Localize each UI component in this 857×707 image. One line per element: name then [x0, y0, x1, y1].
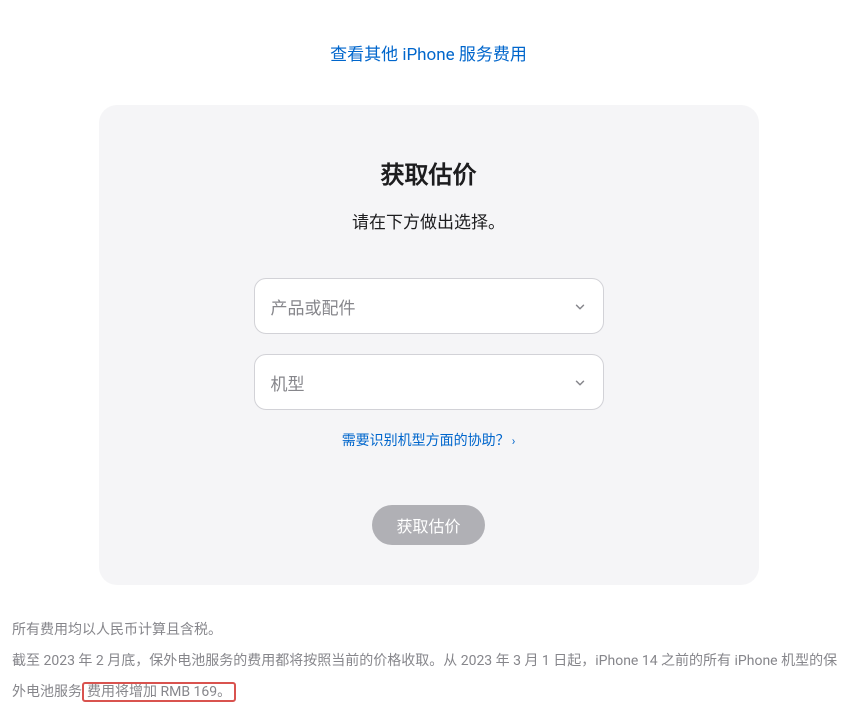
footer-price-note: 截至 2023 年 2 月底，保外电池服务的费用都将按照当前的价格收取。从 20… [12, 646, 845, 707]
footer-tax-note: 所有费用均以人民币计算且含税。 [12, 615, 845, 646]
identify-model-help-link[interactable]: 需要识别机型方面的协助？› [342, 433, 516, 449]
product-select-wrapper: 产品或配件 [254, 278, 604, 334]
model-select-wrapper: 机型 [254, 354, 604, 410]
get-estimate-button[interactable]: 获取估价 [372, 505, 484, 545]
chevron-right-icon: › [512, 434, 516, 448]
chevron-down-icon [573, 375, 587, 389]
other-services-link[interactable]: 查看其他 iPhone 服务费用 [330, 45, 527, 65]
model-select[interactable]: 机型 [254, 354, 604, 410]
model-select-placeholder: 机型 [271, 370, 305, 395]
help-link-label: 需要识别机型方面的协助？ [342, 433, 510, 449]
estimate-card: 获取估价 请在下方做出选择。 产品或配件 机型 需要识别机型方面的协助？› 获取 [99, 105, 759, 585]
product-select[interactable]: 产品或配件 [254, 278, 604, 334]
card-subtitle: 请在下方做出选择。 [139, 208, 719, 233]
help-link-container: 需要识别机型方面的协助？› [139, 430, 719, 450]
top-link-container: 查看其他 iPhone 服务费用 [0, 40, 857, 65]
card-title: 获取估价 [139, 155, 719, 190]
chevron-down-icon [573, 299, 587, 313]
product-select-placeholder: 产品或配件 [271, 294, 356, 319]
highlighted-price-increase: 费用将增加 RMB 169。 [82, 682, 236, 702]
